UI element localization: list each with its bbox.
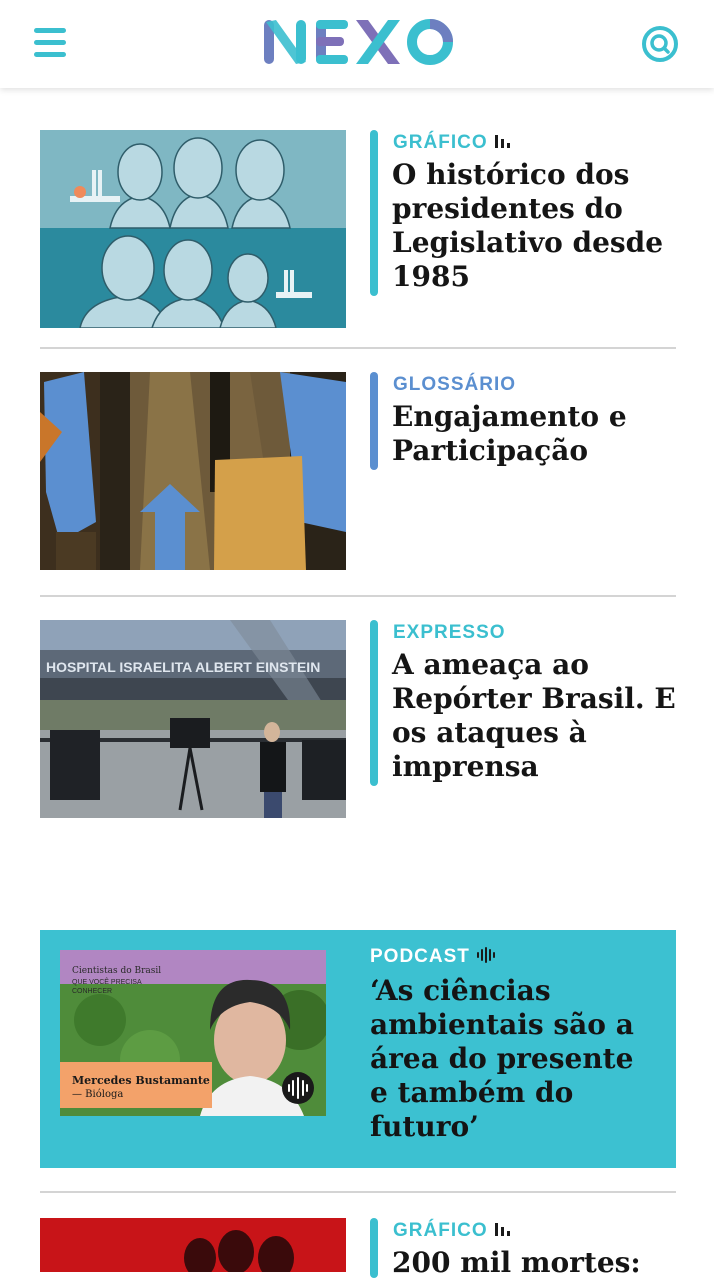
kicker-label: GRÁFICO bbox=[393, 132, 488, 153]
podcast-headline[interactable]: ‘As ciências ambientais são a área do pr… bbox=[370, 974, 660, 1144]
collage-image bbox=[40, 372, 346, 570]
kicker-label: GRÁFICO bbox=[393, 1220, 488, 1241]
article-headline[interactable]: O histórico dos presidentes do Legislati… bbox=[392, 158, 677, 294]
accent-bar bbox=[370, 130, 378, 296]
accent-bar bbox=[370, 620, 378, 786]
audio-wave-icon bbox=[476, 947, 498, 969]
nexo-logo[interactable] bbox=[260, 14, 456, 70]
article-thumbnail[interactable] bbox=[40, 130, 346, 328]
article-kicker[interactable]: GLOSSÁRIO bbox=[393, 374, 516, 396]
divider bbox=[40, 1191, 676, 1193]
search-button[interactable] bbox=[640, 24, 680, 64]
article-card[interactable]: GLOSSÁRIO Engajamento e Participação bbox=[40, 372, 676, 572]
article-kicker[interactable]: EXPRESSO bbox=[393, 622, 506, 644]
presidents-illustration bbox=[40, 130, 346, 328]
hospital-entrance-photo: HOSPITAL ISRAELITA ALBERT EINSTEIN bbox=[40, 620, 346, 818]
podcast-guest-role: — Bióloga bbox=[72, 1089, 124, 1100]
search-icon bbox=[642, 26, 678, 62]
article-headline[interactable]: Engajamento e Participação bbox=[392, 400, 677, 468]
article-thumbnail[interactable] bbox=[40, 372, 346, 570]
podcast-kicker[interactable]: PODCAST bbox=[370, 946, 498, 969]
accent-bar bbox=[370, 372, 378, 470]
article-headline[interactable]: 200 mil mortes: bbox=[392, 1246, 677, 1280]
article-kicker[interactable]: GRÁFICO bbox=[393, 1220, 512, 1243]
podcast-thumbnail[interactable]: Cientistas do Brasil QUE VOCÊ PRECISA CO… bbox=[60, 950, 326, 1116]
divider bbox=[40, 347, 676, 349]
article-card[interactable]: HOSPITAL ISRAELITA ALBERT EINSTEIN EXPRE… bbox=[40, 620, 676, 820]
article-thumbnail[interactable] bbox=[40, 1218, 346, 1272]
nexo-logo-icon bbox=[264, 19, 453, 65]
article-headline[interactable]: A ameaça ao Repórter Brasil. E os ataque… bbox=[392, 648, 677, 784]
article-card[interactable]: GRÁFICO 200 mil mortes: bbox=[40, 1218, 677, 1280]
podcast-guest-name: Mercedes Bustamante bbox=[72, 1074, 210, 1087]
hamburger-icon-line bbox=[34, 52, 66, 57]
podcast-card[interactable]: Cientistas do Brasil QUE VOCÊ PRECISA CO… bbox=[40, 930, 676, 1168]
divider bbox=[40, 595, 676, 597]
podcast-series-title: Cientistas do Brasil bbox=[72, 966, 162, 976]
bar-chart-icon bbox=[494, 1221, 512, 1243]
kicker-label: PODCAST bbox=[370, 946, 470, 967]
svg-text:HOSPITAL ISRAELITA ALBERT EINS: HOSPITAL ISRAELITA ALBERT EINSTEIN bbox=[46, 659, 320, 675]
bar-chart-icon bbox=[494, 133, 512, 155]
hamburger-icon bbox=[34, 28, 66, 33]
article-kicker[interactable]: GRÁFICO bbox=[393, 132, 512, 155]
top-header bbox=[0, 0, 714, 88]
podcast-series-subtitle: QUE VOCÊ PRECISA CONHECER bbox=[72, 979, 142, 995]
hamburger-menu-button[interactable] bbox=[34, 28, 68, 60]
kicker-label: GLOSSÁRIO bbox=[393, 374, 517, 395]
kicker-label: EXPRESSO bbox=[393, 622, 506, 643]
article-card[interactable]: GRÁFICO O histórico dos presidentes do L… bbox=[40, 130, 676, 330]
article-thumbnail[interactable]: HOSPITAL ISRAELITA ALBERT EINSTEIN bbox=[40, 620, 346, 818]
accent-bar bbox=[370, 1218, 378, 1278]
hamburger-icon-line bbox=[34, 40, 66, 45]
crowd-illustration bbox=[40, 1218, 346, 1272]
